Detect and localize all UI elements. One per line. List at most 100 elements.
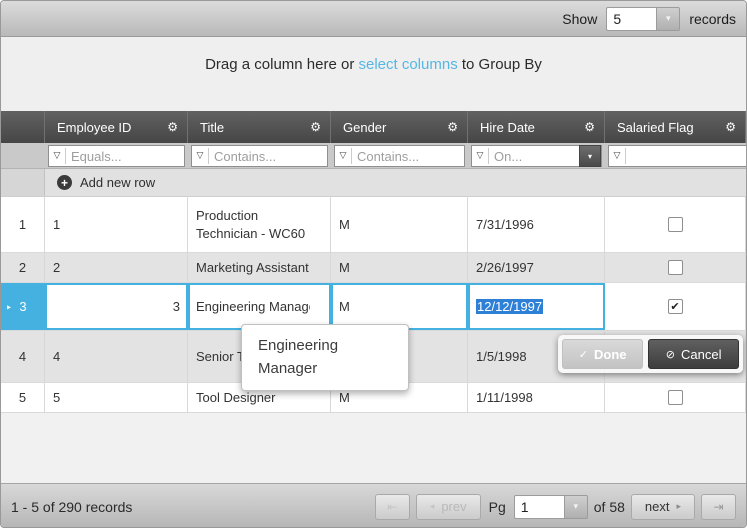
first-page-button[interactable]: ⇤ bbox=[375, 494, 410, 520]
selected-text: 12/12/1997 bbox=[476, 299, 543, 314]
row-selector-arrow-icon: ▸ bbox=[7, 302, 11, 311]
filter-box-gender: ▽ bbox=[334, 145, 465, 167]
group-by-bar: Drag a column here or select columns to … bbox=[1, 37, 746, 111]
filter-input-employee-id[interactable] bbox=[66, 149, 184, 164]
cell-employee-id[interactable]: 4 bbox=[45, 331, 188, 382]
cell-salaried-flag: ✔ bbox=[605, 383, 746, 412]
table-row: 2 2 Marketing Assistant M 2/26/1997 ✔ bbox=[1, 253, 746, 283]
edit-cell-hire-date[interactable]: 12/12/1997 bbox=[468, 283, 605, 330]
prev-arrow-icon: ◂ bbox=[430, 502, 435, 512]
filter-box-title: ▽ bbox=[191, 145, 328, 167]
edit-cell-gender[interactable]: M bbox=[331, 283, 468, 330]
gear-icon[interactable]: ⚙ bbox=[725, 120, 736, 134]
records-label: records bbox=[689, 11, 736, 27]
cell-hire-date[interactable]: 1/11/1998 bbox=[468, 383, 605, 412]
salaried-checkbox[interactable]: ✔ bbox=[668, 299, 683, 314]
column-header-gender[interactable]: Gender ⚙ bbox=[331, 111, 468, 143]
first-page-icon: ⇤ bbox=[387, 500, 397, 514]
cell-salaried-flag: ✔ bbox=[605, 283, 746, 330]
edit-cell-employee-id[interactable]: 3 bbox=[45, 283, 188, 330]
last-page-icon: ⇥ bbox=[713, 500, 723, 514]
filter-funnel-icon[interactable]: ▽ bbox=[472, 148, 489, 164]
chevron-down-icon: ▾ bbox=[588, 152, 592, 161]
cell-employee-id[interactable]: 1 bbox=[45, 197, 188, 252]
row-number: 5 bbox=[1, 383, 45, 412]
cell-title[interactable]: Marketing Assistant bbox=[188, 253, 331, 282]
plus-icon: + bbox=[57, 175, 72, 190]
filter-funnel-icon[interactable]: ▽ bbox=[49, 148, 66, 164]
page-size-combo: ▾ bbox=[606, 7, 680, 31]
cell-salaried-flag: ✔ bbox=[605, 253, 746, 282]
show-label: Show bbox=[562, 11, 597, 27]
table-row: 1 1 Production Technician - WC60 M 7/31/… bbox=[1, 197, 746, 253]
cell-salaried-flag: ✔ bbox=[605, 197, 746, 252]
last-page-button[interactable]: ⇥ bbox=[701, 494, 736, 520]
data-grid: Show ▾ records Drag a column here or sel… bbox=[0, 0, 747, 528]
cell-tooltip: Engineering Manager bbox=[241, 324, 409, 391]
edit-cell-title[interactable]: Engineering Manager bbox=[188, 283, 331, 330]
salaried-checkbox[interactable]: ✔ bbox=[668, 390, 683, 405]
gear-icon[interactable]: ⚙ bbox=[584, 120, 595, 134]
cell-hire-date[interactable]: 2/26/1997 bbox=[468, 253, 605, 282]
filter-input-salaried-flag[interactable] bbox=[626, 149, 747, 164]
date-filter-dropdown-button[interactable]: ▾ bbox=[579, 145, 601, 167]
cell-gender[interactable]: M bbox=[331, 197, 468, 252]
cancel-circle-icon: ⊘ bbox=[666, 348, 675, 361]
pager-bar: 1 - 5 of 290 records ⇤ ◂prev Pg ▾ of 58 … bbox=[1, 483, 746, 528]
row-edit-actions: ✓ Done ⊘ Cancel bbox=[558, 335, 743, 373]
filter-input-hire-date[interactable] bbox=[489, 149, 580, 164]
cell-employee-id[interactable]: 5 bbox=[45, 383, 188, 412]
chevron-down-icon: ▾ bbox=[573, 501, 578, 512]
filter-corner-cell bbox=[1, 143, 45, 168]
pager-controls: ⇤ ◂prev Pg ▾ of 58 next▸ ⇥ bbox=[375, 494, 736, 520]
next-page-button[interactable]: next▸ bbox=[631, 494, 695, 520]
filter-funnel-icon[interactable]: ▽ bbox=[609, 148, 626, 164]
next-arrow-icon: ▸ bbox=[676, 502, 681, 512]
column-header-title[interactable]: Title ⚙ bbox=[188, 111, 331, 143]
page-size-dropdown-button[interactable]: ▾ bbox=[656, 7, 680, 31]
prev-page-button[interactable]: ◂prev bbox=[416, 494, 481, 520]
records-summary: 1 - 5 of 290 records bbox=[11, 499, 375, 515]
cell-title[interactable]: Production Technician - WC60 bbox=[188, 197, 331, 252]
done-button[interactable]: ✓ Done bbox=[562, 339, 643, 369]
cancel-button[interactable]: ⊘ Cancel bbox=[648, 339, 739, 369]
pg-label: Pg bbox=[489, 499, 506, 515]
check-icon: ✓ bbox=[579, 348, 588, 361]
tooltip-text: Engineering Manager bbox=[258, 334, 373, 381]
gear-icon[interactable]: ⚙ bbox=[310, 120, 321, 134]
add-new-row-button[interactable]: + Add new row bbox=[45, 169, 746, 196]
cell-gender[interactable]: M bbox=[331, 253, 468, 282]
add-new-row-bar: + Add new row bbox=[1, 169, 746, 197]
salaried-checkbox[interactable]: ✔ bbox=[668, 260, 683, 275]
filter-funnel-icon[interactable]: ▽ bbox=[335, 148, 352, 164]
row-number: 1 bbox=[1, 197, 45, 252]
page-count-label: of 58 bbox=[594, 499, 625, 515]
column-header-hire-date[interactable]: Hire Date ⚙ bbox=[468, 111, 605, 143]
row-number-selected: ▸ 3 bbox=[1, 283, 45, 330]
filter-box-hire-date: ▽ ▾ bbox=[471, 145, 602, 167]
header-corner-cell bbox=[1, 111, 45, 143]
group-by-text: Drag a column here or select columns to … bbox=[205, 56, 542, 111]
page-number-input[interactable] bbox=[514, 495, 564, 519]
filter-input-title[interactable] bbox=[209, 149, 327, 164]
page-size-input[interactable] bbox=[606, 7, 656, 31]
gear-icon[interactable]: ⚙ bbox=[167, 120, 178, 134]
add-new-row-label: Add new row bbox=[80, 175, 155, 190]
filter-input-gender[interactable] bbox=[352, 149, 464, 164]
add-row-corner-cell bbox=[1, 169, 45, 196]
page-number-dropdown-button[interactable]: ▾ bbox=[564, 495, 588, 519]
cell-employee-id[interactable]: 2 bbox=[45, 253, 188, 282]
column-header-employee-id[interactable]: Employee ID ⚙ bbox=[45, 111, 188, 143]
cell-hire-date[interactable]: 7/31/1996 bbox=[468, 197, 605, 252]
select-columns-link[interactable]: select columns bbox=[358, 56, 457, 73]
row-number: 2 bbox=[1, 253, 45, 282]
filter-row: ▽ ▽ ▽ ▽ ▾ ▽ bbox=[1, 143, 746, 169]
page-number-combo: ▾ bbox=[514, 495, 588, 519]
column-header-salaried-flag[interactable]: Salaried Flag ⚙ bbox=[605, 111, 746, 143]
salaried-checkbox[interactable]: ✔ bbox=[668, 217, 683, 232]
filter-box-salaried-flag: ▽ bbox=[608, 145, 747, 167]
gear-icon[interactable]: ⚙ bbox=[447, 120, 458, 134]
filter-funnel-icon[interactable]: ▽ bbox=[192, 148, 209, 164]
column-header-row: Employee ID ⚙ Title ⚙ Gender ⚙ Hire Date… bbox=[1, 111, 746, 143]
page-size-bar: Show ▾ records bbox=[1, 1, 746, 37]
